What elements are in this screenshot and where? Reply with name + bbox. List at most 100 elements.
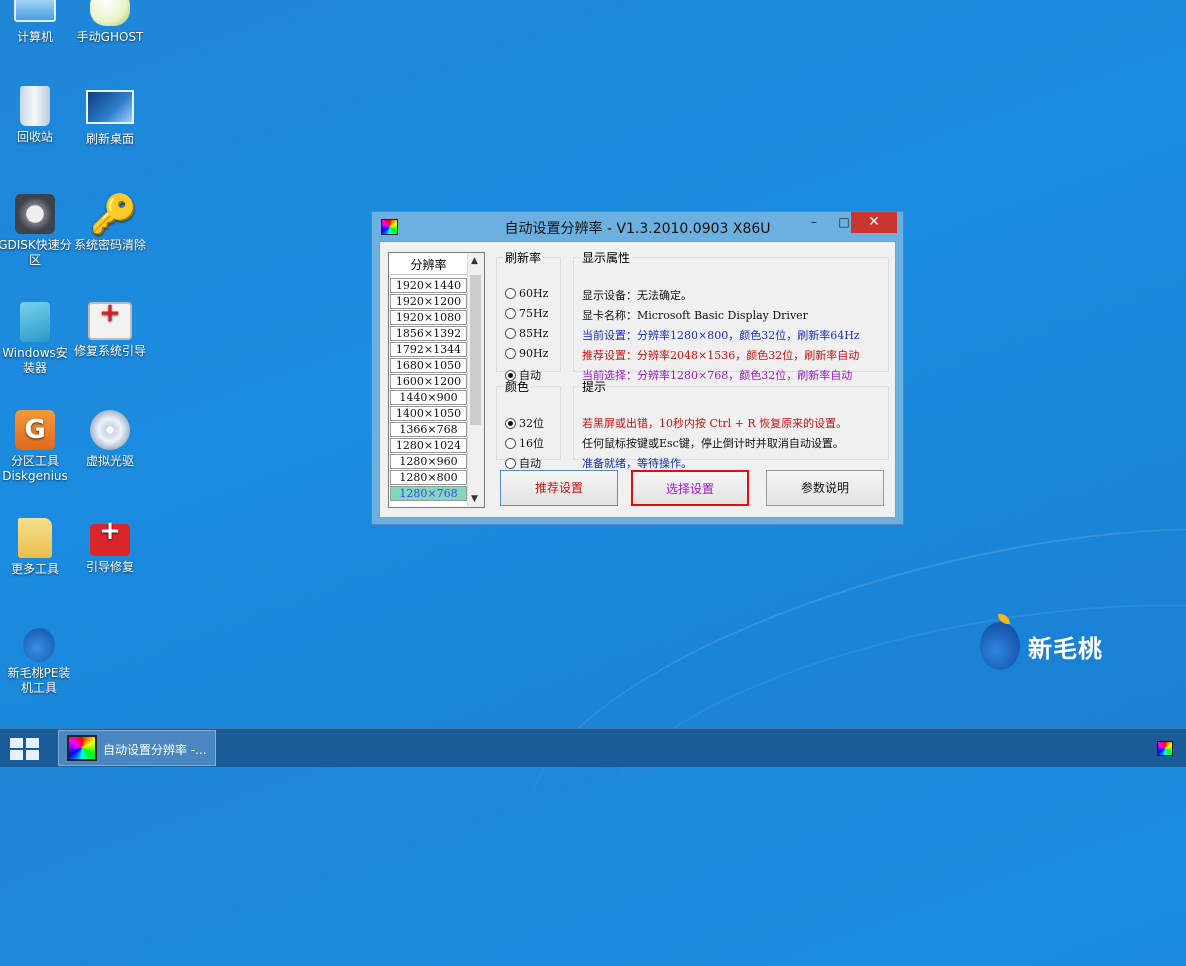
refresh-75hz-radio[interactable]: 75Hz xyxy=(505,307,548,320)
resolution-list[interactable]: 分辨率 1920×1440 1920×1200 1920×1080 1856×1… xyxy=(388,252,485,508)
gdisk-icon xyxy=(15,194,55,234)
refresh-rate-group: 刷新率 60Hz 75Hz 85Hz 90Hz 自动 xyxy=(496,249,561,382)
apply-selection-button[interactable]: 选择设置 xyxy=(631,470,749,506)
radio-icon xyxy=(505,328,516,339)
resolution-list-header: 分辨率 xyxy=(390,256,467,275)
resolution-item[interactable]: 1920×1440 xyxy=(390,278,467,293)
red-toolbox-icon xyxy=(90,524,130,556)
desktop-icon-password[interactable]: 🔑 系统密码清除 xyxy=(73,194,147,253)
refresh-90hz-radio[interactable]: 90Hz xyxy=(505,347,548,360)
resolution-item[interactable]: 1920×1200 xyxy=(390,294,467,309)
resolution-item[interactable]: 1280×1024 xyxy=(390,438,467,453)
desktop-icon-diskgenius[interactable]: G 分区工具Diskgenius xyxy=(0,410,72,484)
computer-icon xyxy=(14,0,56,22)
display-device-text: 显示设备：无法确定。 xyxy=(582,289,692,302)
desktop-icon-more-tools[interactable]: 更多工具 xyxy=(0,518,72,577)
resolution-item[interactable]: 1440×900 xyxy=(390,390,467,405)
resolution-item-selected[interactable]: 1280×768 xyxy=(390,486,467,501)
resolution-item[interactable]: 1792×1344 xyxy=(390,342,467,357)
desktop-icon-boot-repair[interactable]: 引导修复 xyxy=(73,518,147,575)
refresh-rate-legend: 刷新率 xyxy=(505,251,542,265)
radio-selected-icon xyxy=(505,417,516,429)
radio-label: 32位 xyxy=(519,417,544,430)
refresh-60hz-radio[interactable]: 60Hz xyxy=(505,287,548,300)
recommended-setting-text: 推荐设置：分辨率2048×1536，颜色32位，刷新率自动 xyxy=(582,349,860,362)
color-16bit-radio[interactable]: 16位 xyxy=(505,435,544,451)
color-depth-legend: 颜色 xyxy=(505,380,530,394)
tips-group: 提示 若黑屏或出错，10秒内按 Ctrl + R 恢复原来的设置。 任何鼠标按键… xyxy=(573,378,889,470)
windows-logo-icon xyxy=(10,738,23,748)
recycle-bin-icon xyxy=(20,86,50,126)
resolution-list-scrollbar[interactable]: ▲ ▼ xyxy=(467,253,484,507)
taskbar-app-button[interactable]: 自动设置分辨率 -... xyxy=(58,730,216,766)
windows-installer-icon xyxy=(20,302,50,342)
close-button[interactable]: ✕ xyxy=(851,212,897,233)
auto-resolution-dialog: 自动设置分辨率 - V1.3.2010.0903 X86U – □ ✕ 分辨率 … xyxy=(371,211,904,525)
desktop-icon-computer[interactable]: 计算机 xyxy=(0,0,72,45)
app-monitor-icon xyxy=(67,735,97,761)
scroll-down-arrow-icon[interactable]: ▼ xyxy=(471,494,478,504)
current-setting-text: 当前设置：分辨率1280×800，颜色32位，刷新率64Hz xyxy=(582,329,860,342)
windows-logo-icon xyxy=(26,750,39,760)
peach-installer-icon xyxy=(23,628,55,662)
desktop-icon-label: 系统密码清除 xyxy=(73,238,146,252)
resolution-item[interactable]: 1280×960 xyxy=(390,454,467,469)
dialog-titlebar[interactable]: 自动设置分辨率 - V1.3.2010.0903 X86U – □ ✕ xyxy=(372,212,903,240)
resolution-item[interactable]: 1400×1050 xyxy=(390,406,467,421)
parameter-help-button[interactable]: 参数说明 xyxy=(766,470,884,506)
windows-logo-icon xyxy=(10,750,23,760)
resolution-item[interactable]: 1280×800 xyxy=(390,470,467,485)
radio-label: 60Hz xyxy=(519,287,549,300)
desktop-icon-label: 虚拟光驱 xyxy=(85,454,134,468)
key-icon: 🔑 xyxy=(90,192,138,236)
ghost-icon xyxy=(90,0,130,26)
tray-monitor-icon[interactable] xyxy=(1157,741,1173,756)
desktop-icon-repair-boot[interactable]: 修复系统引导 xyxy=(73,302,147,359)
radio-label: 85Hz xyxy=(519,327,549,340)
desktop-icon-label: GDISK快速分区 xyxy=(0,238,72,267)
resolution-items: 1920×1440 1920×1200 1920×1080 1856×1392 … xyxy=(390,278,467,502)
refresh-85hz-radio[interactable]: 85Hz xyxy=(505,327,548,340)
desktop-icon-label: 刷新桌面 xyxy=(85,132,134,146)
peach-logo-icon xyxy=(980,614,1020,670)
desktop-icon-pe-installer[interactable]: 新毛桃PE装机工具 xyxy=(2,628,76,696)
resolution-item[interactable]: 1366×768 xyxy=(390,422,467,437)
color-32bit-radio[interactable]: 32位 xyxy=(505,415,544,431)
desktop-icon-ghost[interactable]: 手动GHOST xyxy=(73,0,147,45)
desktop-icon-refresh[interactable]: 刷新桌面 xyxy=(73,86,147,147)
brand-logo-text: 新毛桃 xyxy=(1028,634,1103,663)
desktop-icon-virtual-cd[interactable]: 虚拟光驱 xyxy=(73,410,147,469)
dialog-client-area: 分辨率 1920×1440 1920×1200 1920×1080 1856×1… xyxy=(379,241,896,518)
tip-line-1: 若黑屏或出错，10秒内按 Ctrl + R 恢复原来的设置。 xyxy=(582,417,848,430)
resolution-item[interactable]: 1856×1392 xyxy=(390,326,467,341)
radio-icon xyxy=(505,437,516,449)
minimize-button[interactable]: – xyxy=(802,214,826,232)
desktop-icon-label: 修复系统引导 xyxy=(73,344,146,358)
desktop-icon-gdisk[interactable]: GDISK快速分区 xyxy=(0,194,72,268)
desktop-icon-recycle-bin[interactable]: 回收站 xyxy=(0,86,72,145)
scrollbar-thumb[interactable] xyxy=(470,275,481,425)
display-properties-legend: 显示属性 xyxy=(582,251,631,265)
radio-label: 16位 xyxy=(519,437,544,450)
desktop-icon-label: 引导修复 xyxy=(85,560,134,574)
tips-legend: 提示 xyxy=(582,380,607,394)
color-auto-radio[interactable]: 自动 xyxy=(505,455,541,471)
diskgenius-icon: G xyxy=(15,410,55,450)
resolution-item[interactable]: 1600×1200 xyxy=(390,374,467,389)
resolution-item[interactable]: 1680×1050 xyxy=(390,358,467,373)
desktop-icon-label: 计算机 xyxy=(16,30,53,44)
windows-logo-icon xyxy=(26,738,39,748)
recommend-settings-button[interactable]: 推荐设置 xyxy=(500,470,618,506)
start-button[interactable] xyxy=(10,738,40,760)
desktop-icon-label: Windows安装器 xyxy=(2,346,68,375)
brand-logo: 新毛桃 xyxy=(980,614,1103,670)
display-card-text: 显卡名称：Microsoft Basic Display Driver xyxy=(582,309,808,322)
scroll-up-arrow-icon[interactable]: ▲ xyxy=(471,256,478,266)
desktop-icon-label: 手动GHOST xyxy=(76,30,144,44)
resolution-item[interactable]: 1920×1080 xyxy=(390,310,467,325)
desktop-icon-windows-installer[interactable]: Windows安装器 xyxy=(0,302,72,376)
radio-icon xyxy=(505,308,516,319)
refresh-desktop-icon xyxy=(86,90,134,124)
radio-label: 自动 xyxy=(519,457,541,470)
folder-icon xyxy=(18,518,52,558)
